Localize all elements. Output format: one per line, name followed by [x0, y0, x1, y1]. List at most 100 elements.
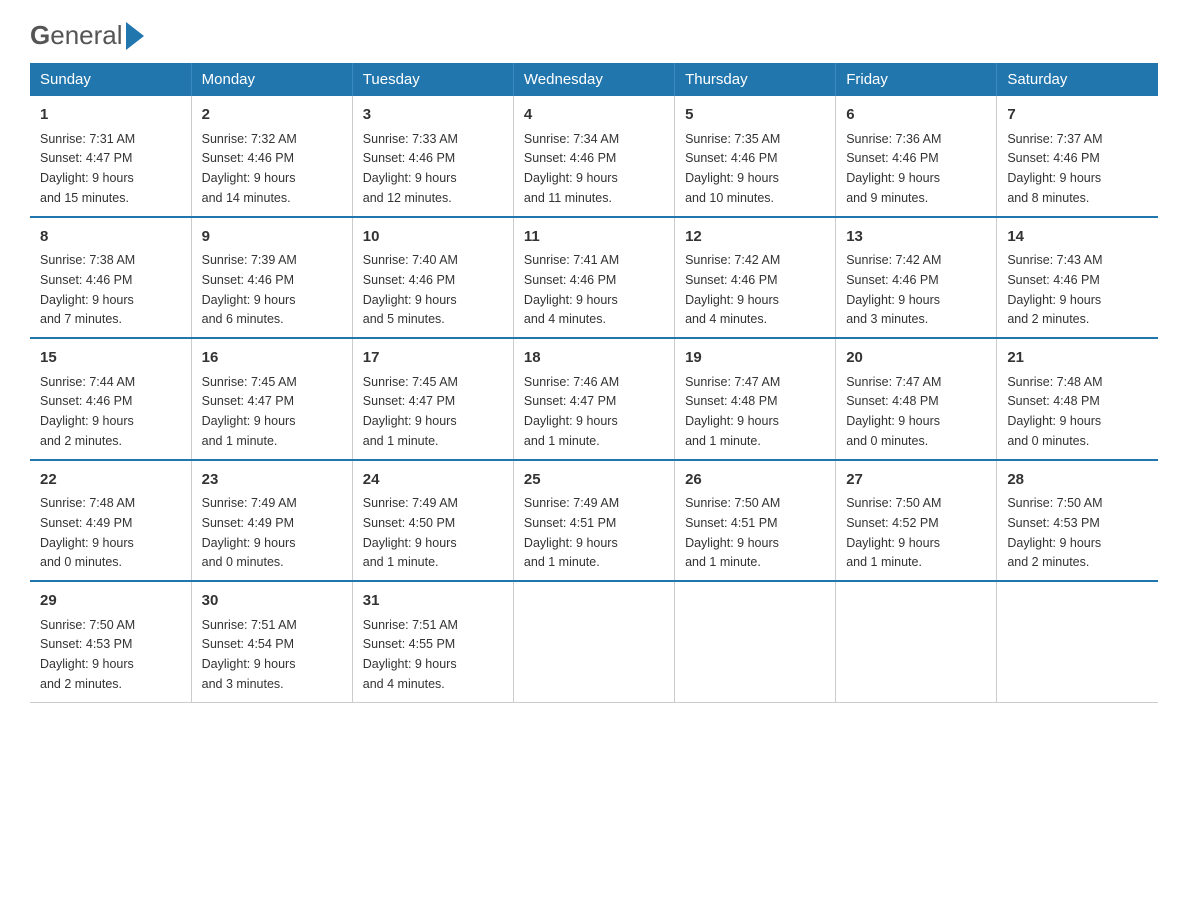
- calendar-cell: 29Sunrise: 7:50 AMSunset: 4:53 PMDayligh…: [30, 581, 191, 702]
- calendar-cell: 31Sunrise: 7:51 AMSunset: 4:55 PMDayligh…: [352, 581, 513, 702]
- calendar-cell: 22 Sunrise: 7:48 AMSunset: 4:49 PMDayligh…: [30, 460, 191, 582]
- day-number: 3: [363, 104, 503, 127]
- calendar-cell: 17 Sunrise: 7:45 AMSunset: 4:47 PMDayligh…: [352, 338, 513, 460]
- day-number: 19: [685, 347, 825, 370]
- day-number: 18: [524, 347, 664, 370]
- day-info: Sunrise: 7:46 AMSunset: 4:47 PMDaylight:…: [524, 375, 619, 448]
- day-info: Sunrise: 7:50 AMSunset: 4:53 PMDaylight:…: [1007, 496, 1102, 569]
- day-info: Sunrise: 7:48 AMSunset: 4:49 PMDaylight:…: [40, 496, 135, 569]
- day-info: Sunrise: 7:35 AMSunset: 4:46 PMDaylight:…: [685, 132, 780, 205]
- calendar-cell: 1 Sunrise: 7:31 AMSunset: 4:47 PMDaylight…: [30, 96, 191, 217]
- col-monday: Monday: [191, 63, 352, 96]
- day-info: Sunrise: 7:36 AMSunset: 4:46 PMDaylight:…: [846, 132, 941, 205]
- day-info: Sunrise: 7:38 AMSunset: 4:46 PMDaylight:…: [40, 253, 135, 326]
- day-number: 13: [846, 226, 986, 249]
- calendar-body: 1 Sunrise: 7:31 AMSunset: 4:47 PMDaylight…: [30, 96, 1158, 702]
- day-info: Sunrise: 7:48 AMSunset: 4:48 PMDaylight:…: [1007, 375, 1102, 448]
- day-info: Sunrise: 7:49 AMSunset: 4:49 PMDaylight:…: [202, 496, 297, 569]
- calendar-cell: [836, 581, 997, 702]
- day-number: 22: [40, 469, 181, 492]
- calendar-cell: 16 Sunrise: 7:45 AMSunset: 4:47 PMDayligh…: [191, 338, 352, 460]
- logo-eneral: eneral: [50, 20, 122, 51]
- col-saturday: Saturday: [997, 63, 1158, 96]
- calendar-cell: 9 Sunrise: 7:39 AMSunset: 4:46 PMDaylight…: [191, 217, 352, 339]
- week-row-3: 15 Sunrise: 7:44 AMSunset: 4:46 PMDayligh…: [30, 338, 1158, 460]
- day-number: 29: [40, 590, 181, 613]
- calendar-cell: 13Sunrise: 7:42 AMSunset: 4:46 PMDayligh…: [836, 217, 997, 339]
- calendar-cell: 18 Sunrise: 7:46 AMSunset: 4:47 PMDayligh…: [513, 338, 674, 460]
- week-row-2: 8 Sunrise: 7:38 AMSunset: 4:46 PMDaylight…: [30, 217, 1158, 339]
- calendar-cell: 5Sunrise: 7:35 AMSunset: 4:46 PMDaylight…: [675, 96, 836, 217]
- calendar-cell: 24 Sunrise: 7:49 AMSunset: 4:50 PMDayligh…: [352, 460, 513, 582]
- calendar-cell: 23 Sunrise: 7:49 AMSunset: 4:49 PMDayligh…: [191, 460, 352, 582]
- day-number: 4: [524, 104, 664, 127]
- day-info: Sunrise: 7:31 AMSunset: 4:47 PMDaylight:…: [40, 132, 135, 205]
- day-info: Sunrise: 7:34 AMSunset: 4:46 PMDaylight:…: [524, 132, 619, 205]
- day-number: 9: [202, 226, 342, 249]
- day-number: 2: [202, 104, 342, 127]
- day-number: 11: [524, 226, 664, 249]
- day-number: 23: [202, 469, 342, 492]
- logo-line1: G eneral: [30, 20, 147, 51]
- day-number: 27: [846, 469, 986, 492]
- calendar-cell: 26Sunrise: 7:50 AMSunset: 4:51 PMDayligh…: [675, 460, 836, 582]
- day-info: Sunrise: 7:45 AMSunset: 4:47 PMDaylight:…: [202, 375, 297, 448]
- day-info: Sunrise: 7:41 AMSunset: 4:46 PMDaylight:…: [524, 253, 619, 326]
- calendar-cell: 14 Sunrise: 7:43 AMSunset: 4:46 PMDayligh…: [997, 217, 1158, 339]
- day-info: Sunrise: 7:42 AMSunset: 4:46 PMDaylight:…: [685, 253, 780, 326]
- calendar-cell: 4 Sunrise: 7:34 AMSunset: 4:46 PMDaylight…: [513, 96, 674, 217]
- day-number: 12: [685, 226, 825, 249]
- day-info: Sunrise: 7:50 AMSunset: 4:52 PMDaylight:…: [846, 496, 941, 569]
- calendar-cell: 28Sunrise: 7:50 AMSunset: 4:53 PMDayligh…: [997, 460, 1158, 582]
- calendar-cell: 27 Sunrise: 7:50 AMSunset: 4:52 PMDayligh…: [836, 460, 997, 582]
- calendar-cell: 19Sunrise: 7:47 AMSunset: 4:48 PMDayligh…: [675, 338, 836, 460]
- calendar-cell: 21 Sunrise: 7:48 AMSunset: 4:48 PMDayligh…: [997, 338, 1158, 460]
- day-number: 21: [1007, 347, 1148, 370]
- calendar-cell: 6 Sunrise: 7:36 AMSunset: 4:46 PMDaylight…: [836, 96, 997, 217]
- calendar-cell: 8 Sunrise: 7:38 AMSunset: 4:46 PMDaylight…: [30, 217, 191, 339]
- day-number: 14: [1007, 226, 1148, 249]
- day-info: Sunrise: 7:39 AMSunset: 4:46 PMDaylight:…: [202, 253, 297, 326]
- day-number: 17: [363, 347, 503, 370]
- day-info: Sunrise: 7:45 AMSunset: 4:47 PMDaylight:…: [363, 375, 458, 448]
- col-tuesday: Tuesday: [352, 63, 513, 96]
- day-number: 8: [40, 226, 181, 249]
- calendar-cell: [675, 581, 836, 702]
- day-number: 1: [40, 104, 181, 127]
- week-row-5: 29Sunrise: 7:50 AMSunset: 4:53 PMDayligh…: [30, 581, 1158, 702]
- header-row: Sunday Monday Tuesday Wednesday Thursday…: [30, 63, 1158, 96]
- calendar-cell: 11 Sunrise: 7:41 AMSunset: 4:46 PMDayligh…: [513, 217, 674, 339]
- col-wednesday: Wednesday: [513, 63, 674, 96]
- day-number: 25: [524, 469, 664, 492]
- calendar-cell: 2 Sunrise: 7:32 AMSunset: 4:46 PMDaylight…: [191, 96, 352, 217]
- day-number: 30: [202, 590, 342, 613]
- day-info: Sunrise: 7:49 AMSunset: 4:50 PMDaylight:…: [363, 496, 458, 569]
- day-info: Sunrise: 7:33 AMSunset: 4:46 PMDaylight:…: [363, 132, 458, 205]
- day-number: 15: [40, 347, 181, 370]
- day-number: 16: [202, 347, 342, 370]
- calendar-cell: [513, 581, 674, 702]
- day-number: 7: [1007, 104, 1148, 127]
- logo-triangle-icon: [126, 22, 144, 50]
- calendar-cell: 12 Sunrise: 7:42 AMSunset: 4:46 PMDayligh…: [675, 217, 836, 339]
- day-info: Sunrise: 7:37 AMSunset: 4:46 PMDaylight:…: [1007, 132, 1102, 205]
- calendar-cell: 3 Sunrise: 7:33 AMSunset: 4:46 PMDaylight…: [352, 96, 513, 217]
- day-info: Sunrise: 7:51 AMSunset: 4:54 PMDaylight:…: [202, 618, 297, 691]
- day-info: Sunrise: 7:43 AMSunset: 4:46 PMDaylight:…: [1007, 253, 1102, 326]
- day-info: Sunrise: 7:47 AMSunset: 4:48 PMDaylight:…: [846, 375, 941, 448]
- day-number: 24: [363, 469, 503, 492]
- calendar-cell: 15 Sunrise: 7:44 AMSunset: 4:46 PMDayligh…: [30, 338, 191, 460]
- calendar-table: Sunday Monday Tuesday Wednesday Thursday…: [30, 63, 1158, 703]
- day-info: Sunrise: 7:51 AMSunset: 4:55 PMDaylight:…: [363, 618, 458, 691]
- calendar-cell: 20 Sunrise: 7:47 AMSunset: 4:48 PMDayligh…: [836, 338, 997, 460]
- calendar-cell: 7 Sunrise: 7:37 AMSunset: 4:46 PMDaylight…: [997, 96, 1158, 217]
- day-number: 20: [846, 347, 986, 370]
- calendar-cell: [997, 581, 1158, 702]
- day-info: Sunrise: 7:32 AMSunset: 4:46 PMDaylight:…: [202, 132, 297, 205]
- calendar-cell: 30 Sunrise: 7:51 AMSunset: 4:54 PMDayligh…: [191, 581, 352, 702]
- logo: G eneral: [30, 20, 147, 45]
- day-number: 6: [846, 104, 986, 127]
- col-thursday: Thursday: [675, 63, 836, 96]
- calendar-cell: 10Sunrise: 7:40 AMSunset: 4:46 PMDayligh…: [352, 217, 513, 339]
- day-info: Sunrise: 7:44 AMSunset: 4:46 PMDaylight:…: [40, 375, 135, 448]
